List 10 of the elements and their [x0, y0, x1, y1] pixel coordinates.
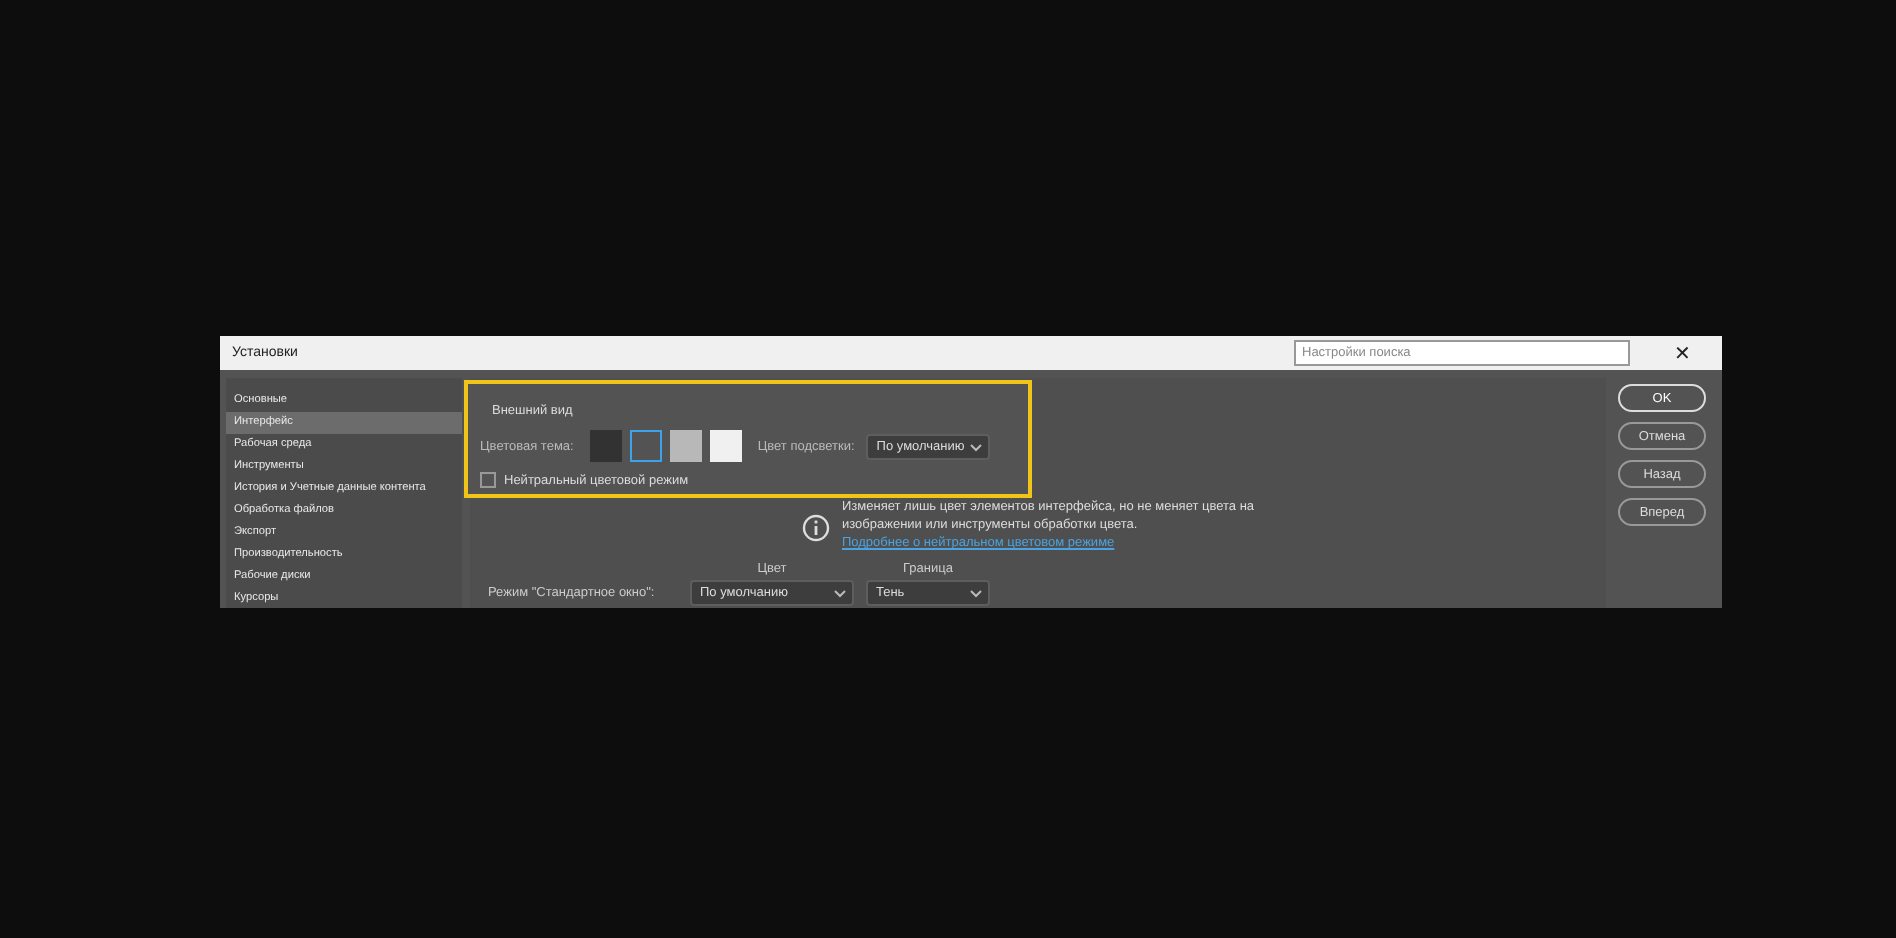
info-icon: [802, 514, 830, 542]
close-button[interactable]: ✕: [1666, 341, 1698, 365]
theme-swatch[interactable]: [669, 430, 702, 462]
caret-icon: [970, 443, 983, 451]
theme-swatch[interactable]: [589, 430, 622, 462]
checkbox[interactable]: [480, 472, 496, 488]
caret-icon: [970, 590, 982, 598]
theme-swatch[interactable]: [629, 430, 662, 462]
theme-swatch[interactable]: [709, 430, 742, 462]
caret-icon: [834, 590, 846, 598]
